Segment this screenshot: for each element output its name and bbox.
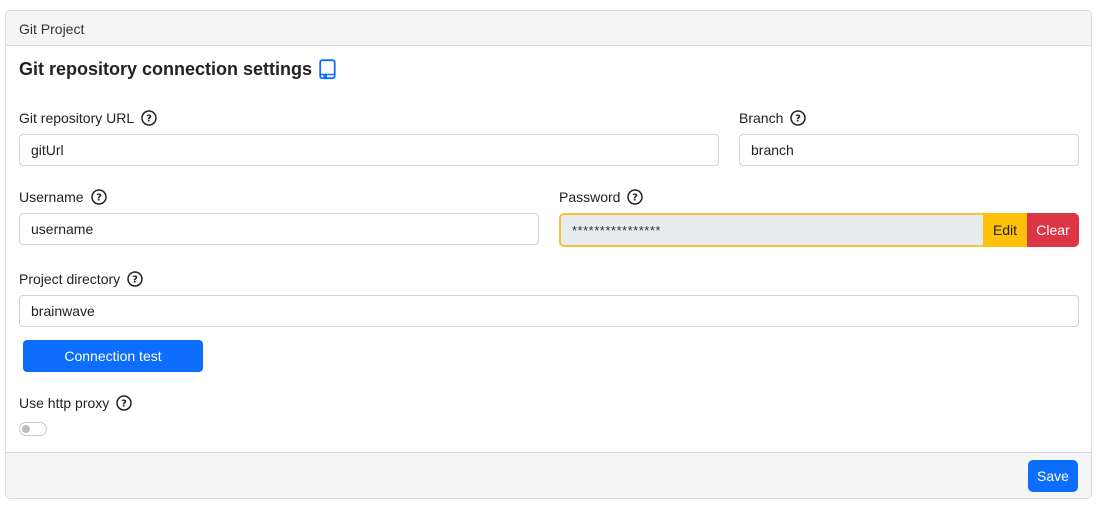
username-value: username — [31, 221, 94, 237]
clear-password-button[interactable]: Clear — [1027, 213, 1079, 247]
question-circle-icon[interactable]: ? — [127, 271, 143, 287]
question-circle-icon[interactable]: ? — [627, 189, 644, 205]
username-label-row: Username ? — [19, 187, 107, 207]
project-directory-input[interactable]: brainwave — [19, 295, 1079, 327]
password-label-row: Password ? — [559, 187, 644, 207]
password-input-group: **************** Edit Clear — [559, 213, 1079, 247]
password-input[interactable]: **************** — [559, 213, 983, 247]
card-header: Git Project — [6, 11, 1091, 46]
password-value: **************** — [572, 222, 661, 238]
connection-test-button[interactable]: Connection test — [23, 340, 203, 372]
card-footer: Save — [6, 452, 1091, 498]
svg-text:?: ? — [795, 114, 801, 125]
git-project-card: Git Project Git repository connection se… — [5, 10, 1092, 499]
branch-label: Branch — [739, 110, 784, 126]
branch-value: branch — [751, 142, 794, 158]
git-url-input[interactable]: gitUrl — [19, 134, 719, 166]
http-proxy-label-row: Use http proxy ? — [19, 393, 133, 413]
svg-text:?: ? — [121, 399, 127, 410]
svg-text:?: ? — [146, 114, 152, 125]
question-circle-icon[interactable]: ? — [790, 110, 807, 126]
svg-text:?: ? — [132, 275, 138, 286]
username-label: Username — [19, 189, 84, 205]
branch-input[interactable]: branch — [739, 134, 1079, 166]
toggle-knob — [22, 425, 30, 433]
git-url-label: Git repository URL — [19, 110, 135, 126]
http-proxy-toggle[interactable] — [19, 422, 47, 436]
project-directory-label: Project directory — [19, 271, 121, 287]
section-title: Git repository connection settings — [19, 59, 336, 80]
question-circle-icon[interactable]: ? — [116, 395, 133, 411]
http-proxy-label: Use http proxy — [19, 395, 110, 411]
question-circle-icon[interactable]: ? — [141, 110, 157, 126]
edit-password-button[interactable]: Edit — [983, 213, 1027, 247]
project-directory-label-row: Project directory ? — [19, 269, 143, 289]
git-url-value: gitUrl — [31, 142, 64, 158]
svg-text:?: ? — [633, 193, 639, 204]
card-header-title: Git Project — [19, 21, 85, 37]
git-url-label-row: Git repository URL ? — [19, 108, 157, 128]
branch-label-row: Branch ? — [739, 108, 807, 128]
project-directory-value: brainwave — [31, 303, 95, 319]
username-input[interactable]: username — [19, 213, 539, 245]
book-bookmark-icon — [319, 59, 336, 80]
section-title-text: Git repository connection settings — [19, 59, 313, 79]
question-circle-icon[interactable]: ? — [90, 189, 107, 205]
password-label: Password — [559, 189, 621, 205]
svg-text:?: ? — [96, 193, 102, 204]
save-button[interactable]: Save — [1028, 460, 1078, 492]
